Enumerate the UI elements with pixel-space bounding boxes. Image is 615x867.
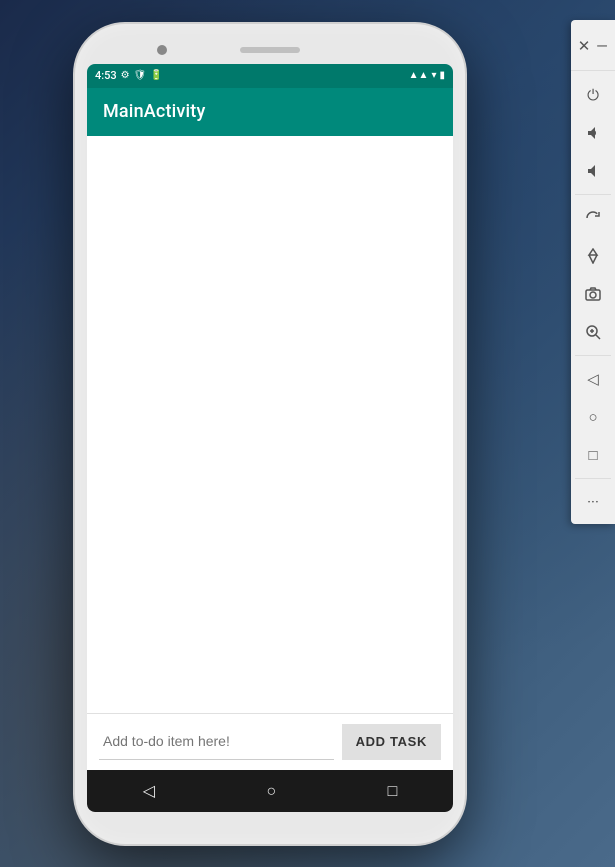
app-bar: MainActivity: [87, 88, 453, 136]
earpiece-speaker: [240, 47, 300, 53]
status-bar-left: 4:53 ⚙ 🛡 🔋: [95, 69, 163, 82]
shield-status-icon: 🛡: [134, 70, 147, 81]
front-camera: [157, 45, 167, 55]
nav-recents-button[interactable]: □: [368, 777, 418, 805]
close-window-button[interactable]: ✕: [575, 28, 593, 64]
bottom-input-area: ADD TASK: [87, 713, 453, 770]
side-toolbar: ✕ — ⏻: [571, 20, 615, 524]
nav-bar: ◁ ○ □: [87, 770, 453, 812]
camera-icon[interactable]: [575, 276, 611, 312]
phone-top-hardware: [87, 36, 453, 64]
volume-up-icon[interactable]: [575, 115, 611, 151]
zoom-in-icon[interactable]: [575, 314, 611, 350]
wifi-icon: ▾: [431, 70, 436, 81]
phone-bottom-hardware: [87, 812, 453, 832]
nav-home-button[interactable]: ○: [246, 777, 296, 805]
status-bar: 4:53 ⚙ 🛡 🔋 ▲▲ ▾ ▮: [87, 64, 453, 88]
recents-nav-icon[interactable]: □: [575, 437, 611, 473]
status-time: 4:53: [95, 69, 117, 82]
phone-screen: 4:53 ⚙ 🛡 🔋 ▲▲ ▾ ▮ MainActivity: [87, 64, 453, 812]
add-task-button[interactable]: ADD TASK: [342, 724, 441, 760]
more-options-icon[interactable]: ···: [575, 484, 611, 520]
app-title: MainActivity: [103, 101, 205, 122]
toolbar-divider-3: [575, 478, 610, 479]
toolbar-divider-2: [575, 355, 610, 356]
volume-down-icon[interactable]: [575, 153, 611, 189]
settings-status-icon: ⚙: [121, 70, 130, 81]
battery-status-icon: 🔋: [150, 70, 162, 81]
signal-icon: ▲▲: [409, 70, 429, 81]
task-input[interactable]: [99, 724, 334, 760]
toolbar-window-controls: ✕ —: [571, 24, 615, 71]
rotate-icon[interactable]: [575, 200, 611, 236]
back-nav-icon[interactable]: ◁: [575, 361, 611, 397]
toolbar-divider-1: [575, 194, 610, 195]
phone-device: 4:53 ⚙ 🛡 🔋 ▲▲ ▾ ▮ MainActivity: [75, 24, 465, 844]
phone-frame: 4:53 ⚙ 🛡 🔋 ▲▲ ▾ ▮ MainActivity: [75, 24, 465, 844]
location-icon[interactable]: [575, 238, 611, 274]
nav-back-button[interactable]: ◁: [123, 777, 175, 804]
status-bar-right: ▲▲ ▾ ▮: [409, 70, 445, 81]
minimize-window-button[interactable]: —: [593, 28, 611, 64]
content-area: [87, 136, 453, 713]
battery-icon: ▮: [439, 70, 445, 81]
home-nav-icon[interactable]: ○: [575, 399, 611, 435]
power-icon[interactable]: ⏻: [575, 77, 611, 113]
